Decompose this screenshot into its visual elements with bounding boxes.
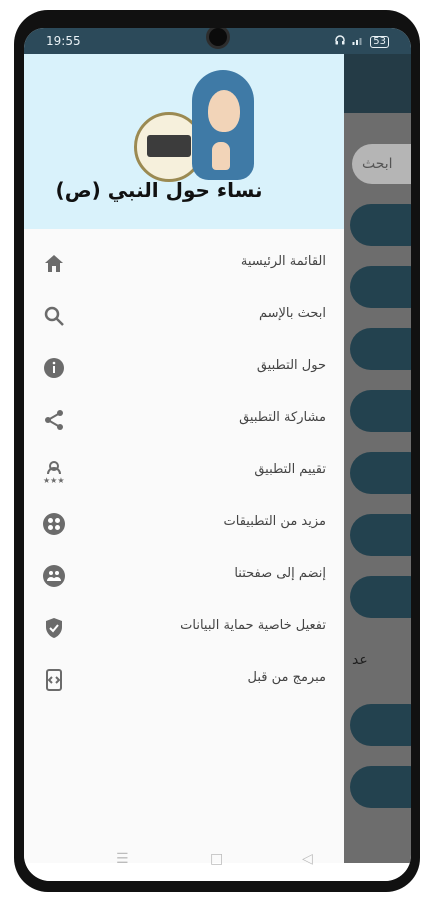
apps-icon — [42, 512, 66, 536]
status-icons: 53 — [334, 34, 389, 49]
menu-item-home[interactable]: القائمة الرئيسية — [24, 238, 344, 290]
menu-item-search[interactable]: ابحث بالإسم — [24, 290, 344, 342]
signal-icon — [352, 35, 364, 48]
home-icon — [42, 252, 66, 276]
menu-item-label: تقييم التطبيق — [254, 462, 326, 477]
community-icon — [42, 564, 66, 588]
drawer-menu: القائمة الرئيسية ابحث بالإسم حول التطبيق… — [24, 238, 344, 706]
info-icon — [42, 356, 66, 380]
menu-item-label: حول التطبيق — [256, 358, 326, 373]
menu-item-join-page[interactable]: إنضم إلى صفحتنا — [24, 550, 344, 602]
menu-item-rate[interactable]: ★★★ تقييم التطبيق — [24, 446, 344, 498]
developer-icon — [42, 668, 66, 692]
menu-item-label: القائمة الرئيسية — [240, 254, 326, 269]
status-time: 19:55 — [46, 34, 81, 48]
background-list-item[interactable] — [350, 204, 411, 246]
screen: 19:55 53 ابحث عد نساء حول النبي (ص) القا… — [24, 28, 411, 881]
menu-item-label: مبرمج من قبل — [247, 670, 326, 685]
face-shape — [208, 90, 240, 132]
background-list-item[interactable] — [350, 328, 411, 370]
background-list-item[interactable] — [350, 766, 411, 808]
menu-item-developer[interactable]: مبرمج من قبل — [24, 654, 344, 706]
background-app: ابحث عد — [344, 54, 411, 863]
background-toolbar — [344, 54, 411, 113]
menu-item-share[interactable]: مشاركة التطبيق — [24, 394, 344, 446]
emblem-calligraphy — [147, 135, 191, 157]
svg-text:★★★: ★★★ — [43, 476, 65, 484]
praying-hands — [212, 142, 230, 170]
background-list-item[interactable] — [350, 452, 411, 494]
shield-icon — [42, 616, 66, 640]
background-search-input[interactable]: ابحث — [352, 144, 411, 184]
search-icon — [42, 304, 66, 328]
drawer-header: نساء حول النبي (ص) — [24, 54, 344, 229]
menu-item-label: ابحث بالإسم — [258, 306, 326, 321]
recent-apps-icon[interactable]: ☰ — [116, 851, 129, 867]
menu-item-about[interactable]: حول التطبيق — [24, 342, 344, 394]
menu-item-more-apps[interactable]: مزيد من التطبيقات — [24, 498, 344, 550]
woman-illustration — [188, 70, 260, 180]
background-list-item[interactable] — [350, 514, 411, 556]
battery-icon: 53 — [370, 35, 389, 48]
background-list-item[interactable] — [350, 266, 411, 308]
menu-item-label: إنضم إلى صفحتنا — [234, 566, 326, 581]
headphones-icon — [334, 34, 346, 49]
menu-item-label: مشاركة التطبيق — [239, 410, 326, 425]
menu-item-label: مزيد من التطبيقات — [223, 514, 326, 529]
background-partial-text: عد — [352, 652, 368, 668]
back-icon[interactable]: ◁ — [302, 851, 313, 867]
navigation-drawer: نساء حول النبي (ص) القائمة الرئيسية ابحث… — [24, 54, 344, 863]
background-list-item[interactable] — [350, 390, 411, 432]
menu-item-data-protection[interactable]: تفعيل خاصية حماية البيانات — [24, 602, 344, 654]
rating-icon: ★★★ — [42, 460, 66, 485]
battery-level: 53 — [373, 35, 386, 47]
system-nav-bar: ☰ □ ◁ — [24, 851, 411, 881]
menu-item-label: تفعيل خاصية حماية البيانات — [180, 618, 326, 633]
background-list-item[interactable] — [350, 704, 411, 746]
share-icon — [42, 408, 66, 432]
home-button-icon[interactable]: □ — [210, 851, 223, 867]
app-title: نساء حول النبي (ص) — [55, 178, 263, 202]
background-list-item[interactable] — [350, 576, 411, 618]
